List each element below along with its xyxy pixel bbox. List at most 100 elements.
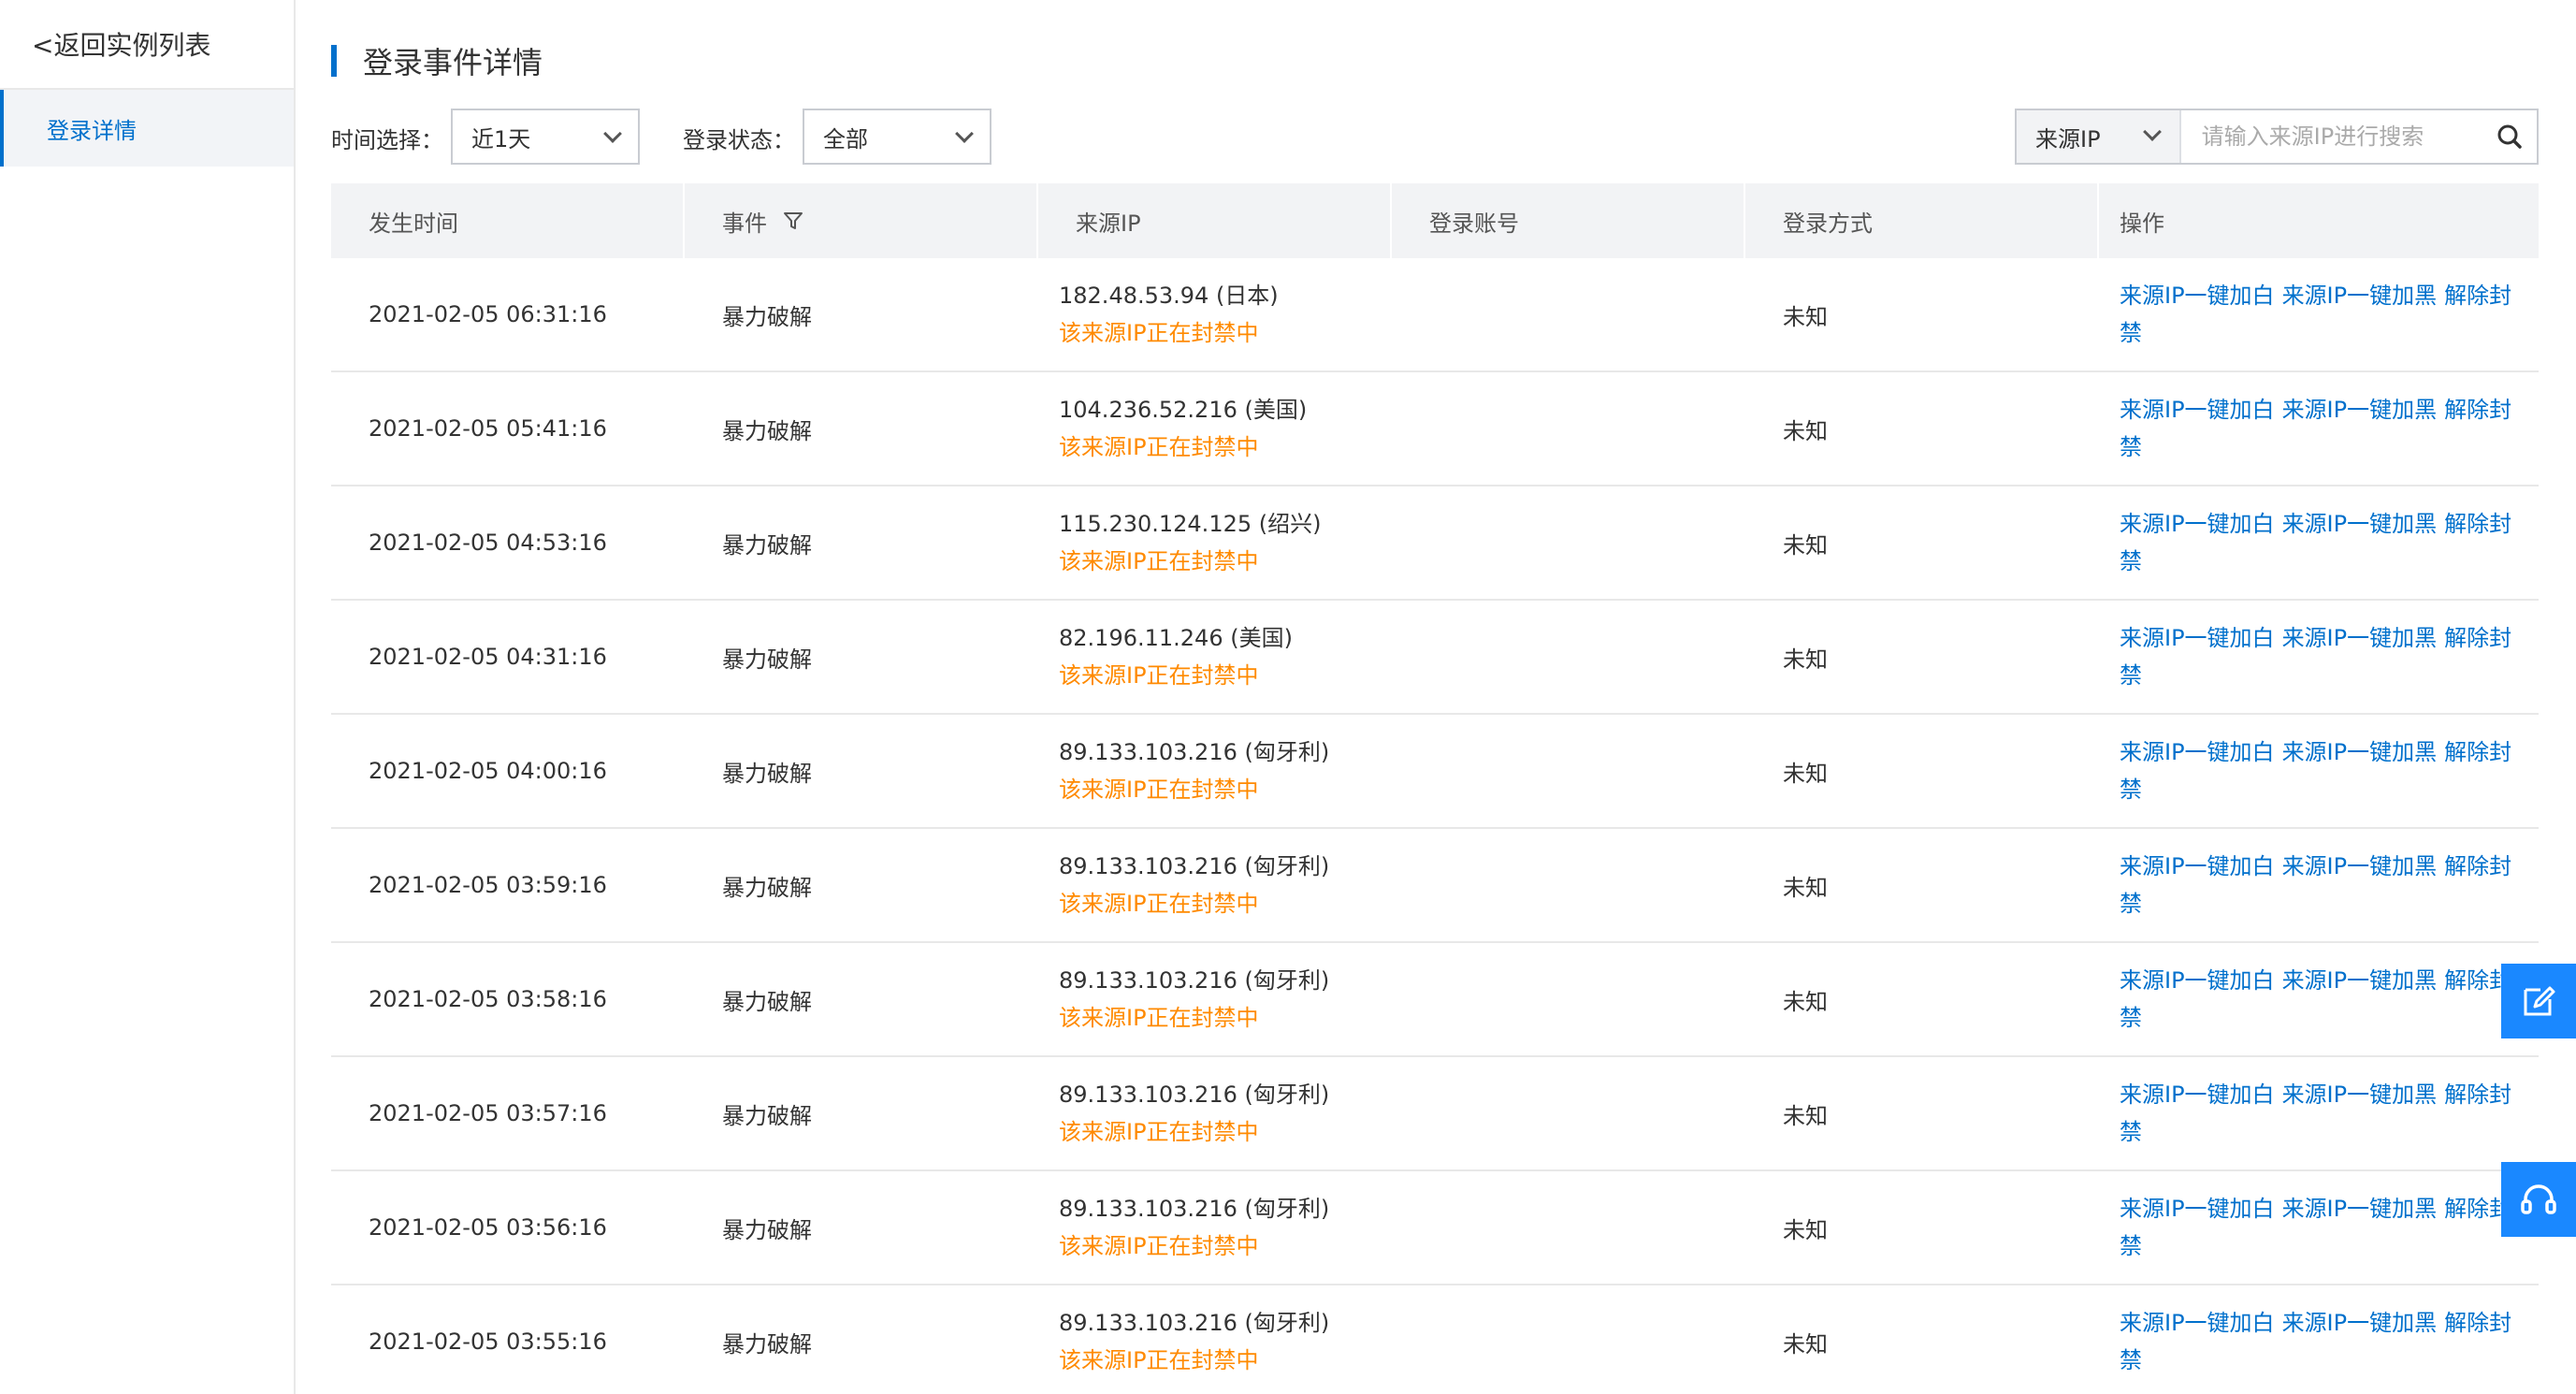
search-button[interactable] [2482,110,2537,163]
cell-time: 2021-02-05 03:55:16 [369,1329,607,1355]
cell-account [1392,829,1745,941]
ban-status-text: 该来源IP正在封禁中 [1059,891,1259,917]
table-row: 2021-02-05 04:31:16 暴力破解 82.196.11.246 (美国… [331,601,2539,715]
cell-actions: 来源IP一键加白 来源IP一键加黑 解除封禁 [2099,372,2539,485]
cell-source-ip: 82.196.11.246 (美国) 该来源IP正在封禁中 [1038,601,1392,713]
sidebar-item-login-details[interactable]: 登录详情 [0,90,294,167]
source-ip-text: 82.196.11.246 (美国) [1059,625,1293,651]
blacklist-ip-link[interactable]: 来源IP一键加黑 [2282,853,2438,879]
column-header-actions: 操作 [2120,210,2164,237]
filter-toolbar: 时间选择： 近1天 登录状态： 全部 来源IP [331,109,2539,165]
whitelist-ip-link[interactable]: 来源IP一键加白 [2120,511,2275,537]
table-row: 2021-02-05 03:58:16 暴力破解 89.133.103.216 (匈… [331,943,2539,1057]
whitelist-ip-link[interactable]: 来源IP一键加白 [2120,1082,2275,1108]
blacklist-ip-link[interactable]: 来源IP一键加黑 [2282,283,2438,309]
cell-source-ip: 89.133.103.216 (匈牙利) 该来源IP正在封禁中 [1038,1285,1392,1394]
ban-status-text: 该来源IP正在封禁中 [1059,777,1259,803]
table-row: 2021-02-05 03:55:16 暴力破解 89.133.103.216 (匈… [331,1285,2539,1394]
support-button[interactable] [2501,1162,2576,1237]
cell-actions: 来源IP一键加白 来源IP一键加黑 解除封禁 [2099,943,2539,1055]
whitelist-ip-link[interactable]: 来源IP一键加白 [2120,283,2275,309]
cell-event: 暴力破解 [722,303,812,330]
search-type-select[interactable]: 来源IP [2017,110,2181,163]
page-header: 登录事件详情 [331,39,543,82]
ban-status-text: 该来源IP正在封禁中 [1059,434,1259,460]
blacklist-ip-link[interactable]: 来源IP一键加黑 [2282,739,2438,765]
blacklist-ip-link[interactable]: 来源IP一键加黑 [2282,397,2438,423]
search-group: 来源IP [2015,109,2539,165]
cell-account [1392,1171,1745,1284]
time-filter-label: 时间选择： [331,127,443,153]
filter-icon[interactable] [782,210,804,232]
search-icon [2497,124,2522,149]
cell-login-method: 未知 [1783,760,1828,787]
cell-source-ip: 182.48.53.94 (日本) 该来源IP正在封禁中 [1038,258,1392,370]
whitelist-ip-link[interactable]: 来源IP一键加白 [2120,397,2275,423]
search-input[interactable] [2180,110,2482,163]
blacklist-ip-link[interactable]: 来源IP一键加黑 [2282,1310,2438,1336]
cell-account [1392,715,1745,827]
blacklist-ip-link[interactable]: 来源IP一键加黑 [2282,625,2438,651]
cell-source-ip: 89.133.103.216 (匈牙利) 该来源IP正在封禁中 [1038,943,1392,1055]
back-to-instance-list-link[interactable]: <返回实例列表 [0,0,294,90]
blacklist-ip-link[interactable]: 来源IP一键加黑 [2282,967,2438,994]
cell-actions: 来源IP一键加白 来源IP一键加黑 解除封禁 [2099,1285,2539,1394]
source-ip-text: 89.133.103.216 (匈牙利) [1059,967,1330,994]
blacklist-ip-link[interactable]: 来源IP一键加黑 [2282,1196,2438,1222]
cell-time: 2021-02-05 06:31:16 [369,301,607,327]
cell-login-method: 未知 [1783,646,1828,673]
blacklist-ip-link[interactable]: 来源IP一键加黑 [2282,1082,2438,1108]
cell-actions: 来源IP一键加白 来源IP一键加黑 解除封禁 [2099,1171,2539,1284]
table-row: 2021-02-05 05:41:16 暴力破解 104.236.52.216 (美… [331,372,2539,486]
source-ip-text: 115.230.124.125 (绍兴) [1059,511,1322,537]
login-status-select[interactable]: 全部 [803,109,991,165]
cell-login-method: 未知 [1783,988,1828,1015]
source-ip-text: 89.133.103.216 (匈牙利) [1059,1082,1330,1108]
cell-time: 2021-02-05 04:31:16 [369,644,607,670]
table-row: 2021-02-05 04:00:16 暴力破解 89.133.103.216 (匈… [331,715,2539,829]
feedback-button[interactable] [2501,964,2576,1038]
whitelist-ip-link[interactable]: 来源IP一键加白 [2120,1310,2275,1336]
cell-actions: 来源IP一键加白 来源IP一键加黑 解除封禁 [2099,1057,2539,1169]
cell-actions: 来源IP一键加白 来源IP一键加黑 解除封禁 [2099,601,2539,713]
cell-source-ip: 89.133.103.216 (匈牙利) 该来源IP正在封禁中 [1038,715,1392,827]
whitelist-ip-link[interactable]: 来源IP一键加白 [2120,1196,2275,1222]
cell-time: 2021-02-05 03:56:16 [369,1214,607,1241]
cell-account [1392,372,1745,485]
table-row: 2021-02-05 03:59:16 暴力破解 89.133.103.216 (匈… [331,829,2539,943]
cell-login-method: 未知 [1783,1102,1828,1129]
ban-status-text: 该来源IP正在封禁中 [1059,662,1259,689]
whitelist-ip-link[interactable]: 来源IP一键加白 [2120,853,2275,879]
cell-time: 2021-02-05 03:59:16 [369,872,607,898]
page-title: 登录事件详情 [363,45,543,80]
login-status-value: 全部 [823,125,868,152]
ban-status-text: 该来源IP正在封禁中 [1059,1005,1259,1031]
source-ip-text: 104.236.52.216 (美国) [1059,397,1308,423]
search-type-value: 来源IP [2035,125,2101,152]
cell-account [1392,486,1745,599]
cell-event: 暴力破解 [722,988,812,1015]
whitelist-ip-link[interactable]: 来源IP一键加白 [2120,739,2275,765]
cell-login-method: 未知 [1783,531,1828,559]
sidebar: <返回实例列表 登录详情 [0,0,296,1394]
source-ip-text: 89.133.103.216 (匈牙利) [1059,1196,1330,1222]
cell-source-ip: 89.133.103.216 (匈牙利) 该来源IP正在封禁中 [1038,1171,1392,1284]
cell-account [1392,1057,1745,1169]
chevron-down-icon [603,124,622,143]
chevron-down-icon [955,124,974,143]
cell-actions: 来源IP一键加白 来源IP一键加黑 解除封禁 [2099,486,2539,599]
cell-login-method: 未知 [1783,874,1828,901]
time-range-select[interactable]: 近1天 [451,109,640,165]
table-row: 2021-02-05 03:56:16 暴力破解 89.133.103.216 (匈… [331,1171,2539,1285]
login-events-table: 发生时间 事件 来源IP 登录账号 登录方式 操作 2021-02-05 06:… [331,183,2539,1394]
column-header-time[interactable]: 发生时间 [331,183,685,258]
cell-event: 暴力破解 [722,531,812,559]
headset-icon [2521,1184,2556,1214]
whitelist-ip-link[interactable]: 来源IP一键加白 [2120,625,2275,651]
whitelist-ip-link[interactable]: 来源IP一键加白 [2120,967,2275,994]
source-ip-text: 182.48.53.94 (日本) [1059,283,1279,309]
cell-actions: 来源IP一键加白 来源IP一键加黑 解除封禁 [2099,829,2539,941]
column-header-account: 登录账号 [1392,183,1745,258]
cell-time: 2021-02-05 03:57:16 [369,1100,607,1126]
blacklist-ip-link[interactable]: 来源IP一键加黑 [2282,511,2438,537]
